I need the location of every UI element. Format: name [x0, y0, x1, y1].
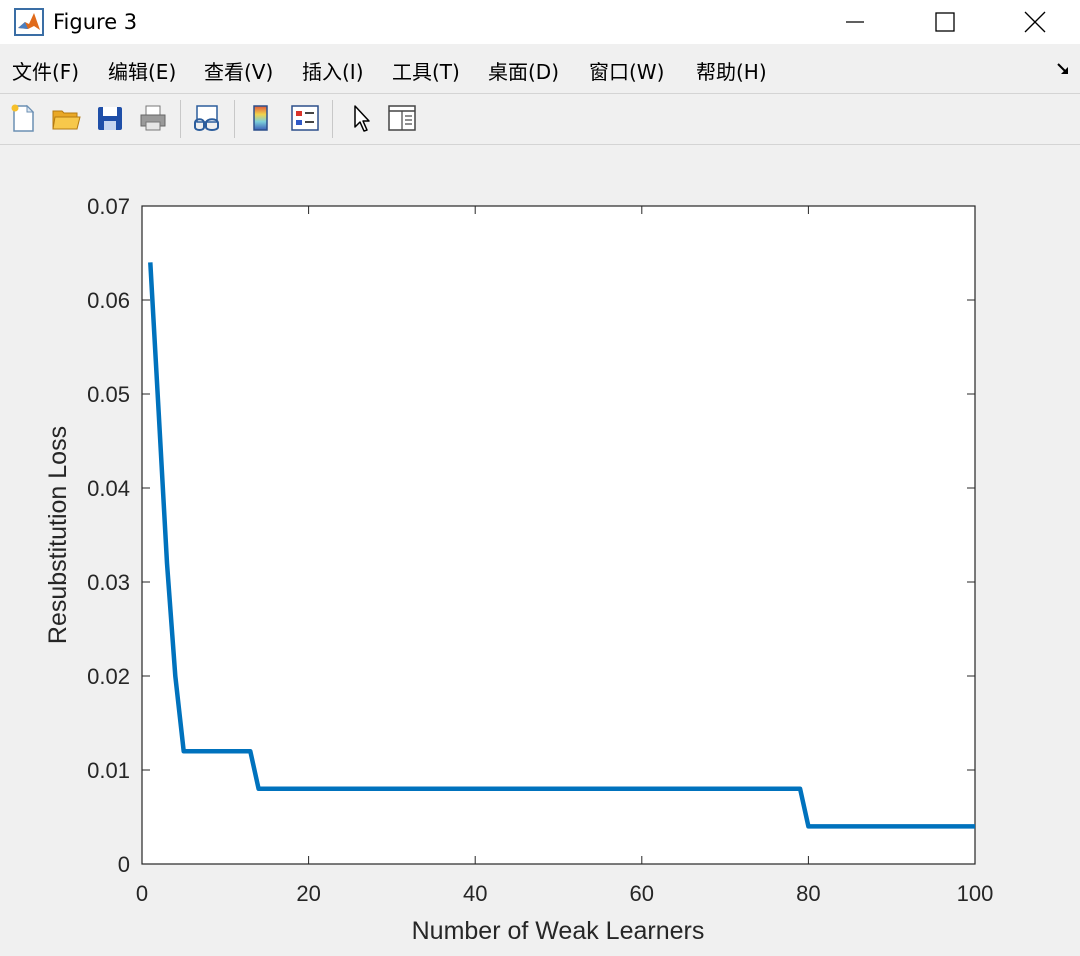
- x-tick-label: 40: [463, 881, 487, 906]
- y-tick-label: 0: [118, 852, 130, 877]
- y-axis-label: Resubstitution Loss: [44, 426, 72, 644]
- y-tick-label: 0.06: [87, 288, 130, 313]
- y-tick-labels: 0 0.01 0.02 0.03 0.04 0.05 0.06 0.07: [87, 194, 130, 877]
- x-axis-label: Number of Weak Learners: [412, 917, 705, 945]
- y-tick-label: 0.03: [87, 570, 130, 595]
- plot-figure: 0 20 40 60 80 100 0 0.01 0.02 0.03 0.04 0.05 0.06 0.…: [44, 194, 993, 945]
- figure-window: Figure 3 文件(F) 编辑(E) 查看(V) 插入(I) 工具(T) 桌…: [0, 0, 1080, 956]
- y-tick-label: 0.01: [87, 758, 130, 783]
- x-tick-label: 80: [796, 881, 820, 906]
- x-tick-labels: 0 20 40 60 80 100: [136, 881, 993, 906]
- y-tick-label: 0.05: [87, 382, 130, 407]
- y-tick-label: 0.04: [87, 476, 130, 501]
- y-tick-label: 0.07: [87, 194, 130, 219]
- x-tick-label: 60: [630, 881, 654, 906]
- x-tick-label: 20: [296, 881, 320, 906]
- x-tick-label: 0: [136, 881, 148, 906]
- x-tick-label: 100: [957, 881, 994, 906]
- axes-box[interactable]: [141, 205, 976, 865]
- y-tick-label: 0.02: [87, 664, 130, 689]
